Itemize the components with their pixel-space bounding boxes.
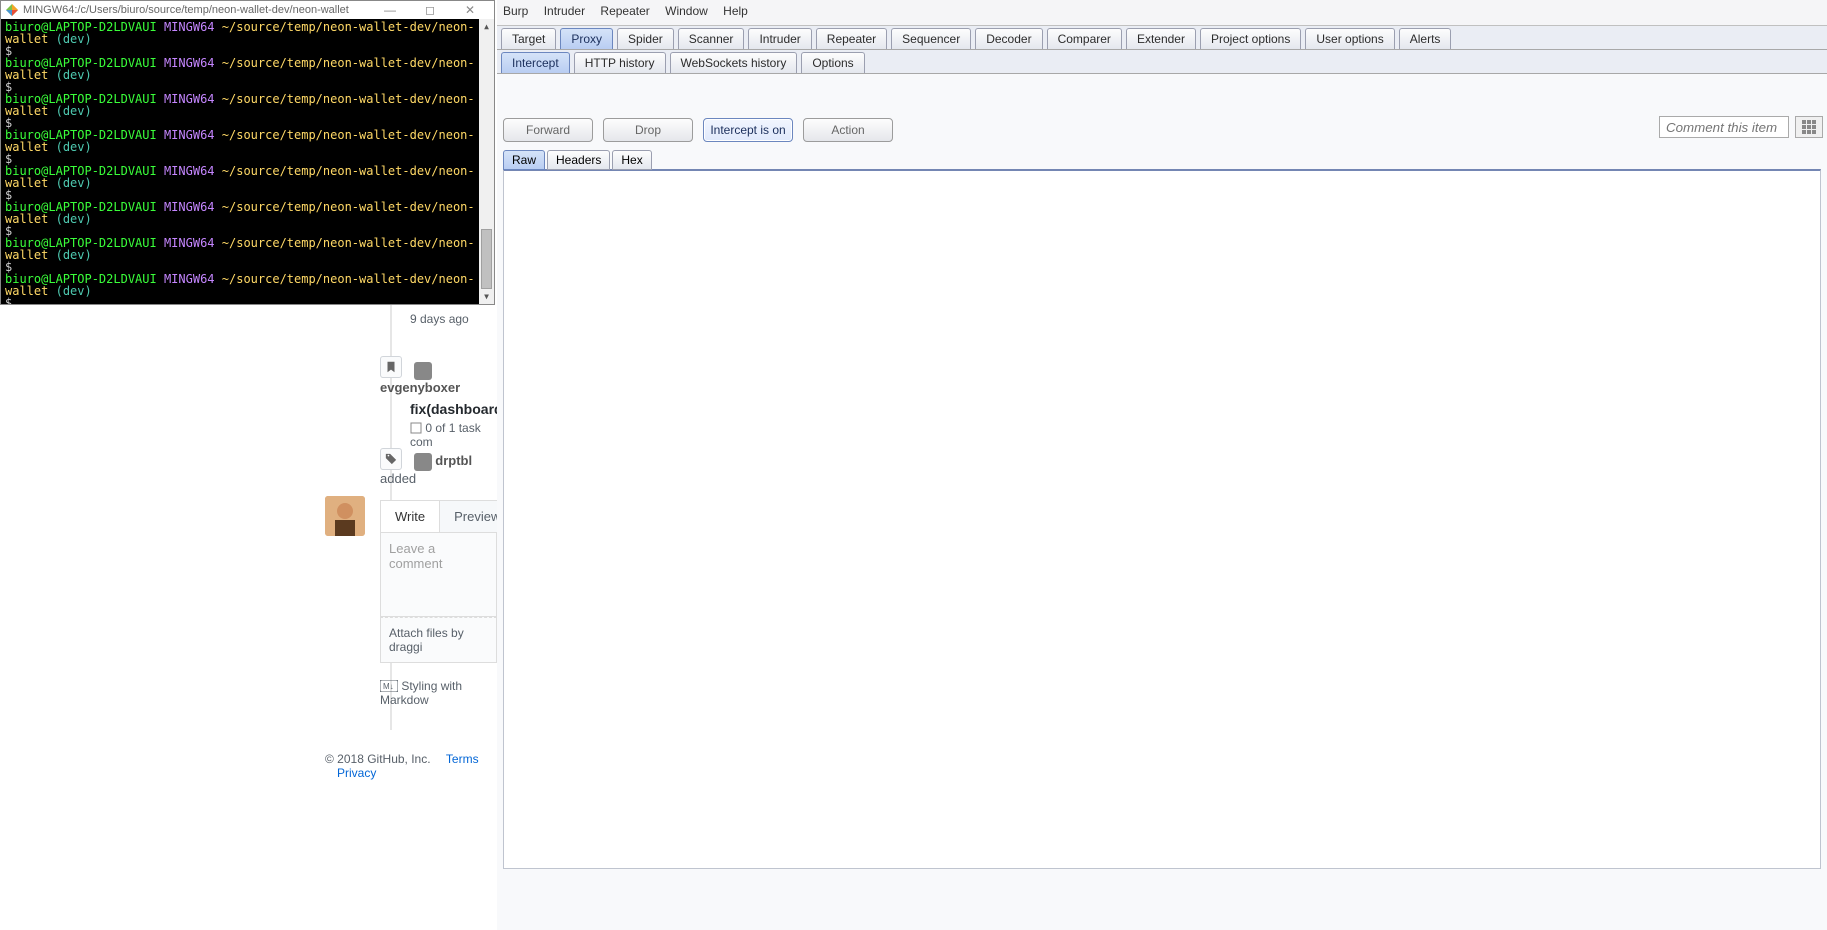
tab-decoder[interactable]: Decoder — [975, 28, 1042, 49]
tab-write[interactable]: Write — [381, 501, 440, 532]
terminal-title-bar[interactable]: MINGW64:/c/Users/biuro/source/temp/neon-… — [1, 1, 494, 19]
forward-button[interactable]: Forward — [503, 118, 593, 142]
tab-extender[interactable]: Extender — [1126, 28, 1196, 49]
color-grid-icon[interactable] — [1795, 116, 1823, 138]
avatar — [414, 362, 432, 380]
bookmark-icon — [380, 356, 402, 378]
drop-button[interactable]: Drop — [603, 118, 693, 142]
footer-terms-link[interactable]: Terms — [446, 752, 479, 766]
label-action-text: added — [380, 471, 416, 486]
menu-repeater[interactable]: Repeater — [600, 4, 649, 18]
attach-hint[interactable]: Attach files by draggi — [380, 617, 497, 663]
comment-composer: Write Preview Leave a comment Attach fil… — [380, 500, 500, 707]
close-button[interactable]: ✕ — [450, 3, 490, 17]
subtab-intercept[interactable]: Intercept — [501, 52, 570, 73]
terminal-output[interactable]: biuro@LAPTOP-D2LDVAUI MINGW64 ~/source/t… — [1, 19, 494, 304]
tab-target[interactable]: Target — [501, 28, 556, 49]
action-button[interactable]: Action — [803, 118, 893, 142]
current-user-avatar[interactable] — [325, 496, 365, 536]
tab-comparer[interactable]: Comparer — [1047, 28, 1122, 49]
tab-intruder[interactable]: Intruder — [748, 28, 811, 49]
subtab-options[interactable]: Options — [801, 52, 864, 73]
markdown-hint[interactable]: M↓ Styling with Markdow — [380, 679, 500, 707]
tab-scanner[interactable]: Scanner — [678, 28, 745, 49]
viewtab-raw[interactable]: Raw — [503, 150, 545, 170]
menu-help[interactable]: Help — [723, 4, 748, 18]
commit-timestamp: 9 days ago — [410, 312, 469, 326]
subtab-http-history[interactable]: HTTP history — [574, 52, 666, 73]
avatar — [414, 453, 432, 471]
terminal-title: MINGW64:/c/Users/biuro/source/temp/neon-… — [23, 4, 370, 16]
composer-tabs: Write Preview — [380, 500, 500, 532]
burp-intercept-panel: Forward Drop Intercept is on Action RawH… — [497, 74, 1827, 930]
commit-title[interactable]: fix(dashboard — [410, 401, 500, 417]
intercept-toggle-button[interactable]: Intercept is on — [703, 118, 793, 142]
username-link[interactable]: drptbl — [435, 453, 472, 468]
github-footer: © 2018 GitHub, Inc. Terms Privacy — [325, 752, 500, 780]
tab-user-options[interactable]: User options — [1305, 28, 1394, 49]
tab-project-options[interactable]: Project options — [1200, 28, 1301, 49]
burp-sub-tabs: InterceptHTTP historyWebSockets historyO… — [497, 50, 1827, 74]
footer-privacy-link[interactable]: Privacy — [337, 766, 376, 780]
username-link[interactable]: evgenyboxer — [380, 380, 460, 395]
comment-textarea[interactable]: Leave a comment — [380, 532, 497, 617]
task-progress: 0 of 1 task com — [410, 421, 500, 449]
terminal-scrollbar[interactable]: ▲ ▼ — [479, 19, 494, 304]
maximize-button[interactable]: ◻ — [410, 3, 450, 17]
terminal-app-icon — [5, 3, 19, 17]
menu-intruder[interactable]: Intruder — [544, 4, 585, 18]
mingw-terminal-window: MINGW64:/c/Users/biuro/source/temp/neon-… — [0, 0, 495, 305]
viewtab-headers[interactable]: Headers — [547, 150, 610, 170]
tab-spider[interactable]: Spider — [617, 28, 674, 49]
minimize-button[interactable]: — — [370, 3, 410, 17]
menu-burp[interactable]: Burp — [503, 4, 528, 18]
burp-menu-bar: Burp Intruder Repeater Window Help — [497, 0, 1827, 25]
github-page-fragment: 9 days ago evgenyboxer fix(dashboard 0 o… — [0, 300, 500, 930]
tab-repeater[interactable]: Repeater — [816, 28, 887, 49]
scroll-down-arrow[interactable]: ▼ — [479, 289, 494, 304]
subtab-websockets-history[interactable]: WebSockets history — [670, 52, 798, 73]
footer-copyright: © 2018 GitHub, Inc. — [325, 752, 431, 766]
tab-alerts[interactable]: Alerts — [1399, 28, 1452, 49]
timeline-item-label: drptbl added — [380, 448, 500, 486]
burp-suite-window: Burp Intruder Repeater Window Help Targe… — [497, 0, 1827, 930]
tab-proxy[interactable]: Proxy — [560, 28, 613, 49]
burp-view-tabs: RawHeadersHex — [503, 150, 1821, 170]
timeline-item-commit: evgenyboxer fix(dashboard 0 of 1 task co… — [380, 356, 500, 449]
menu-window[interactable]: Window — [665, 4, 708, 18]
request-editor[interactable] — [503, 169, 1821, 869]
tag-icon — [380, 448, 402, 470]
scroll-thumb[interactable] — [481, 229, 492, 289]
scroll-up-arrow[interactable]: ▲ — [479, 19, 494, 34]
svg-text:M↓: M↓ — [383, 682, 394, 691]
viewtab-hex[interactable]: Hex — [612, 150, 651, 170]
burp-main-tabs: TargetProxySpiderScannerIntruderRepeater… — [497, 26, 1827, 50]
comment-input[interactable] — [1659, 116, 1789, 138]
tab-sequencer[interactable]: Sequencer — [891, 28, 971, 49]
